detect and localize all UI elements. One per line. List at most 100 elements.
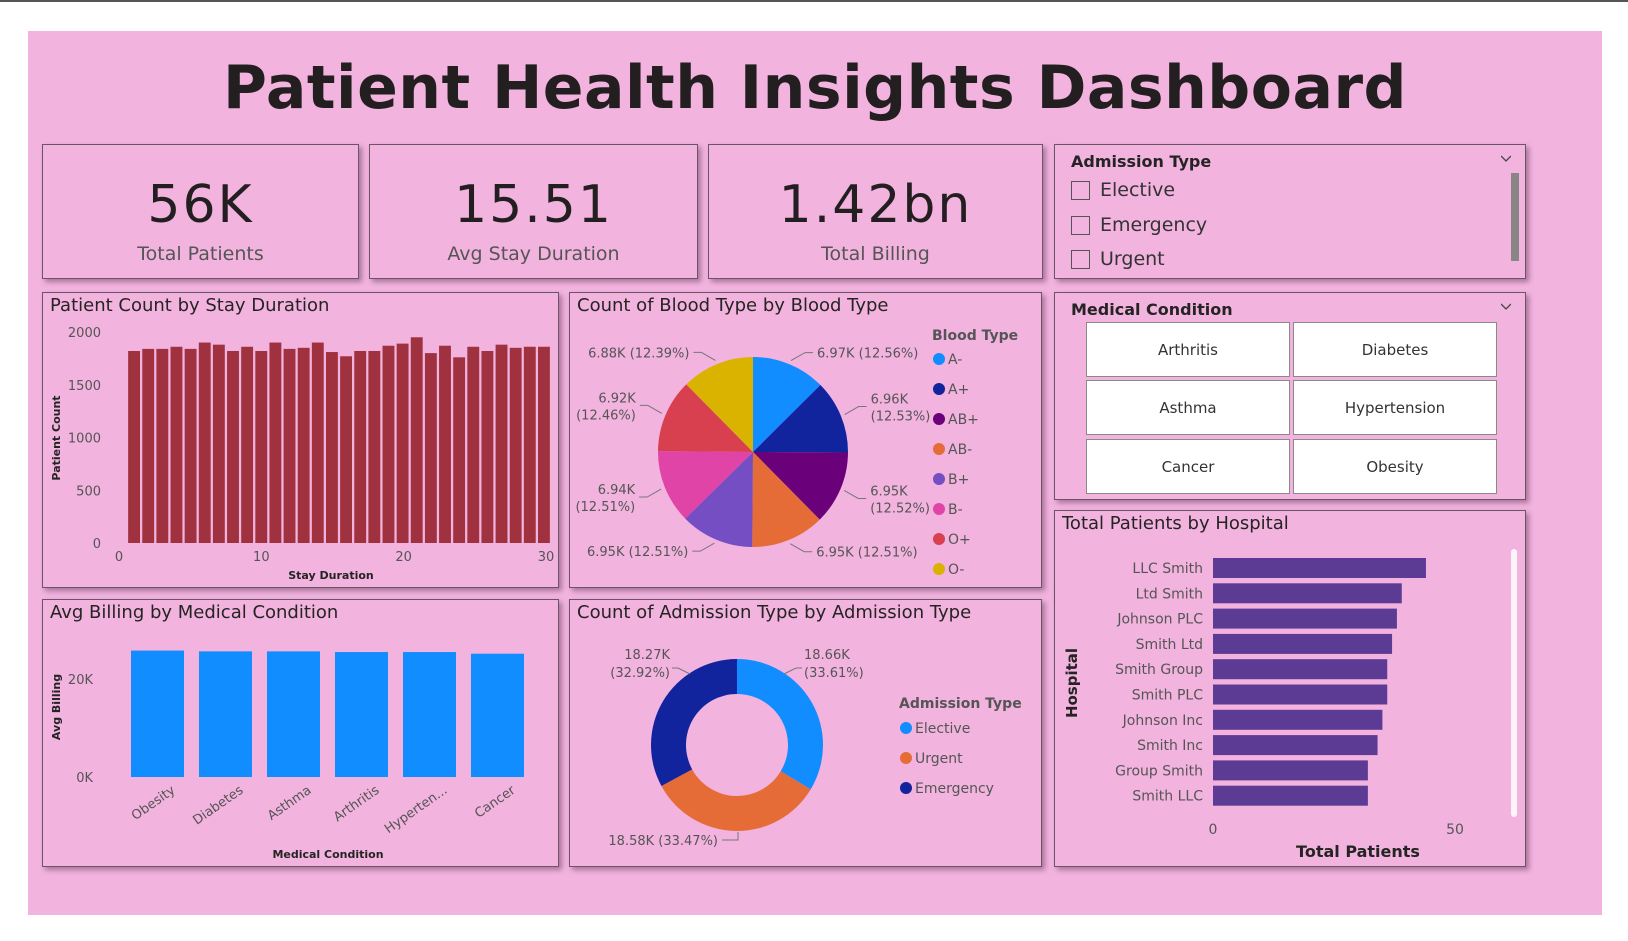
legend-label-Emergency: Emergency (915, 781, 994, 797)
blood-type-chart[interactable]: Count of Blood Type by Blood Type 6.97K … (569, 292, 1042, 588)
y-tick-label: Johnson Inc (1122, 713, 1203, 729)
slicer-scrollbar[interactable] (1511, 173, 1519, 261)
legend-label-A+: A+ (948, 382, 969, 398)
bar-stay-6 (198, 342, 211, 543)
legend-title: Blood Type (932, 328, 1018, 344)
pie-leader-line (639, 488, 662, 498)
y-tick-label: 0 (93, 537, 101, 552)
kpi-value: 1.42bn (778, 175, 973, 235)
kpi-card-total-patients[interactable]: 56K Total Patients (42, 144, 359, 279)
slicer-title: Medical Condition (1071, 300, 1233, 319)
bar-stay-8 (227, 350, 239, 543)
condition-tile-hypertension[interactable]: Hypertension (1293, 380, 1497, 435)
legend-marker-Emergency (900, 782, 912, 794)
pie-data-label: 6.95K (12.51%) (816, 546, 917, 561)
kpi-card-avg-stay[interactable]: 15.51 Avg Stay Duration (369, 144, 698, 279)
condition-tile-cancer[interactable]: Cancer (1086, 439, 1290, 494)
bar-stay-27 (495, 344, 508, 543)
pie-data-label-value: 6.96K (871, 393, 909, 408)
x-axis-title: Total Patients (1296, 842, 1420, 861)
bar-stay-29 (523, 346, 536, 543)
avg-billing-chart[interactable]: Avg Billing by Medical Condition 0K 20K Ob… (42, 599, 559, 867)
checkbox[interactable] (1071, 249, 1090, 269)
y-tick-label: 1000 (68, 432, 101, 447)
legend-label-A-: A- (948, 352, 962, 368)
y-axis-title: Hospital (1063, 648, 1081, 718)
pie-data-label-value: 6.95K (870, 484, 908, 499)
bar-stay-4 (170, 346, 183, 543)
bar-stay-19 (382, 345, 395, 543)
y-tick-label: LLC Smith (1132, 561, 1203, 577)
bar-stay-2 (142, 348, 155, 543)
legend-marker-O+ (933, 533, 945, 545)
condition-tile-asthma[interactable]: Asthma (1086, 380, 1290, 435)
y-tick-label: Smith LLC (1132, 789, 1203, 805)
bar-billing-0 (131, 650, 184, 777)
checkbox[interactable] (1071, 215, 1090, 235)
slicer-option-elective[interactable]: Elective (1071, 177, 1175, 203)
kpi-card-total-billing[interactable]: 1.42bn Total Billing (708, 144, 1043, 279)
y-tick-label: Group Smith (1115, 763, 1203, 779)
donut-leader-line (783, 667, 802, 675)
x-tick-label: 0 (1209, 822, 1218, 838)
hospital-chart[interactable]: Total Patients by Hospital LLC Smith Ltd … (1054, 510, 1526, 867)
admission-type-chart[interactable]: Count of Admission Type by Admission Typ… (569, 599, 1042, 867)
donut-data-label: 18.58K (33.47%) (608, 834, 718, 849)
donut-leader-line (722, 832, 739, 841)
kpi-value: 56K (147, 175, 254, 235)
condition-tile-obesity[interactable]: Obesity (1293, 439, 1497, 494)
stay-duration-svg: 0 500 1000 1500 2000 0 10 20 30 Stay Duration Pati… (50, 326, 554, 582)
condition-tile-diabetes[interactable]: Diabetes (1293, 322, 1497, 377)
bar-billing-2 (267, 651, 320, 777)
x-tick-label: 10 (253, 550, 270, 565)
y-tick-label: Smith PLC (1132, 688, 1203, 704)
bar-stay-1 (128, 350, 141, 543)
bar-hospital-1 (1213, 583, 1402, 604)
legend-label-Elective: Elective (915, 721, 970, 737)
medical-condition-slicer: Medical Condition Arthritis Diabetes Ast… (1054, 292, 1526, 500)
x-tick-label: 50 (1446, 822, 1464, 838)
y-tick-label: 20K (68, 673, 94, 688)
y-tick-label: 2000 (68, 326, 101, 341)
bar-hospital-6 (1213, 709, 1383, 730)
slicer-option-emergency[interactable]: Emergency (1071, 212, 1207, 238)
y-tick-label: Smith Inc (1137, 738, 1203, 754)
pie-leader-line (693, 351, 716, 361)
donut-leader-line (672, 667, 691, 675)
pie-data-label: 6.97K (12.56%) (817, 347, 918, 362)
blood-type-svg: 6.97K (12.56%) 6.96K (12.53%) 6.95K (12.52%)… (575, 328, 1018, 578)
kpi-label: Total Patients (137, 243, 264, 265)
dashboard-canvas: Patient Health Insights Dashboard 56K To… (28, 31, 1602, 915)
bar-stay-15 (325, 352, 338, 543)
chevron-down-icon[interactable] (1501, 301, 1511, 311)
bar-stay-12 (283, 348, 296, 543)
kpi-label: Total Billing (821, 243, 930, 265)
bar-stay-16 (340, 356, 353, 543)
x-axis-title: Stay Duration (288, 569, 374, 582)
bar-stay-17 (354, 350, 367, 543)
pie-data-label-pct: (12.46%) (576, 408, 636, 423)
x-tick-label: Obesity (129, 783, 179, 824)
slicer-option-urgent[interactable]: Urgent (1071, 246, 1165, 272)
bar-hospital-8 (1213, 760, 1368, 781)
bar-stay-9 (241, 346, 254, 543)
bar-stay-28 (509, 347, 522, 543)
bar-hospital-0 (1213, 558, 1426, 578)
checkbox[interactable] (1071, 180, 1090, 200)
pie-data-label: 6.88K (12.39%) (588, 346, 689, 361)
chevron-down-icon[interactable] (1501, 153, 1511, 163)
y-tick-label: 0K (76, 771, 93, 786)
legend-title: Admission Type (899, 696, 1022, 712)
pie-data-label-value: 6.94K (598, 483, 636, 498)
pie-data-label-value: 6.92K (598, 391, 636, 406)
legend-marker-B- (933, 503, 945, 515)
y-tick-label: 1500 (68, 379, 101, 394)
stay-duration-chart[interactable]: Patient Count by Stay Duration 0 500 1000 1… (42, 292, 559, 588)
x-tick-label: 20 (395, 550, 412, 565)
pie-data-label: 6.95K (12.51%) (587, 545, 688, 560)
condition-tile-arthritis[interactable]: Arthritis (1086, 322, 1290, 377)
kpi-label: Avg Stay Duration (447, 243, 620, 265)
pie-data-label-pct: (12.53%) (871, 410, 931, 425)
bar-hospital-2 (1213, 608, 1397, 629)
y-tick-label: Smith Group (1115, 662, 1203, 678)
